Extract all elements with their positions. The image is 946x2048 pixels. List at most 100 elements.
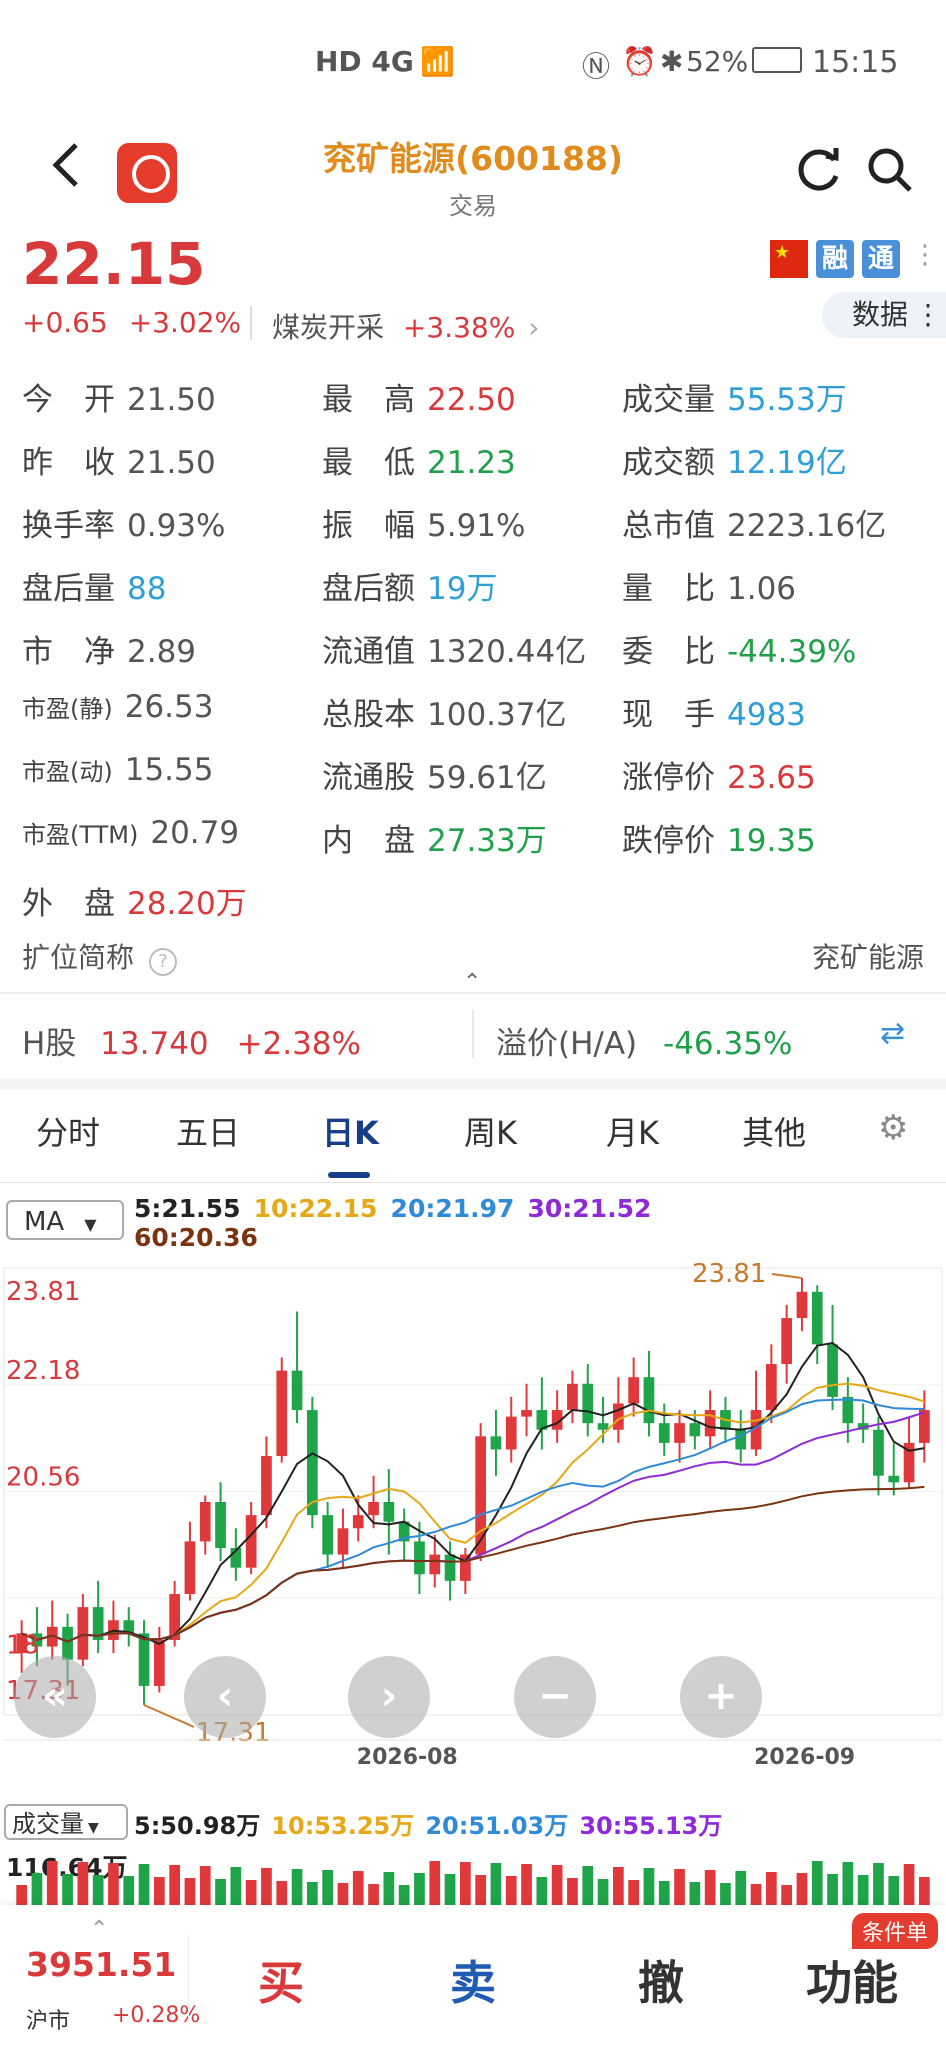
candle-body (582, 1383, 594, 1424)
candle-body (291, 1370, 303, 1411)
hshare-row[interactable]: H股 13.740 +2.38% (22, 1018, 361, 1063)
volume-bar (704, 1870, 716, 1905)
candle-body (490, 1436, 502, 1450)
sell-button[interactable]: 卖 (450, 1947, 496, 2013)
volume-bar (811, 1861, 823, 1905)
cancel-order-button[interactable]: 撤 (638, 1947, 684, 2013)
hshare-label: H股 (22, 1026, 77, 1062)
condition-order-badge[interactable]: 条件单 (852, 1913, 939, 1949)
ma-legend: 5:21.55 10:22.15 20:21.97 30:21.52 60:20… (134, 1194, 934, 1252)
quote-field: 跌停价 19.35 (622, 815, 816, 860)
volume-bar (750, 1884, 762, 1905)
quote-field-value: 59.61亿 (427, 760, 547, 796)
quote-field-label: 市盈(TTM) (22, 821, 139, 849)
volume-bar (781, 1885, 793, 1905)
volume-select[interactable]: 成交量 ▼ (4, 1804, 128, 1840)
tab-5[interactable]: 其他 (742, 1108, 806, 1154)
wifi-icon: 📶 (420, 45, 455, 78)
scroll-right-button[interactable]: › (348, 1656, 430, 1738)
ma10-line (21, 1382, 925, 1643)
search-button[interactable] (866, 146, 914, 198)
volume-bar (46, 1861, 58, 1905)
candle-body (628, 1377, 640, 1404)
zoom-out-button[interactable]: − (514, 1656, 596, 1738)
more-icon[interactable]: ⋮ (912, 240, 938, 270)
volume-bar (444, 1874, 456, 1905)
y-tick-label: 23.81 (6, 1277, 80, 1307)
minus-icon: − (538, 1673, 572, 1719)
volume-bar (398, 1885, 410, 1905)
margin-badge[interactable]: 融 (816, 240, 854, 278)
tab-1[interactable]: 五日 (176, 1108, 240, 1154)
vol-ma20: 20:51.03万 (425, 1812, 569, 1840)
volume-bar (337, 1883, 349, 1905)
volume-bar (245, 1880, 257, 1905)
ma-select-label: MA (24, 1207, 65, 1237)
sector-pct: +3.38% (402, 311, 516, 344)
quote-field-value: -44.39% (727, 634, 857, 670)
quote-field-value: 27.33万 (427, 823, 547, 859)
index-value[interactable]: 3951.51 (26, 1945, 176, 1984)
tab-4[interactable]: 月K (606, 1108, 659, 1154)
candle-body (276, 1370, 288, 1457)
volume-bar (720, 1883, 731, 1905)
scroll-left-button[interactable]: ‹ (184, 1656, 266, 1738)
candle-body (597, 1423, 609, 1430)
quote-field-value: 100.37亿 (427, 697, 567, 733)
volume-bar (92, 1875, 104, 1905)
candlestick-chart[interactable]: 23.8122.1820.561817.3123.8117.312026-082… (0, 1260, 946, 1780)
sector-link[interactable]: 煤炭开采 +3.38% › (272, 306, 539, 346)
price-change: +0.65 (22, 306, 108, 339)
tab-3[interactable]: 周K (464, 1108, 517, 1154)
quote-field-value: 2.89 (127, 634, 197, 670)
volume-bar (475, 1875, 487, 1905)
settings-icon[interactable]: ⚙ (878, 1108, 908, 1148)
volume-bar (765, 1872, 777, 1905)
y-tick-label: 18 (6, 1631, 39, 1661)
candle-body (689, 1423, 701, 1437)
volume-bar (536, 1877, 548, 1905)
candle-body (306, 1410, 318, 1516)
divider (188, 1935, 189, 2025)
x-tick-label: 2026-08 (357, 1745, 458, 1770)
candle-body (796, 1291, 808, 1319)
quote-field-value: 2223.16亿 (727, 508, 887, 544)
quote-field-label: 总股本 (322, 697, 415, 733)
quote-field-value: 19万 (427, 571, 498, 607)
connect-badge[interactable]: 通 (862, 240, 900, 278)
ma-select[interactable]: MA ▼ (6, 1200, 124, 1240)
quote-field: 市盈(静) 26.53 (22, 689, 213, 725)
quote-field: 涨停价 23.65 (622, 752, 816, 797)
quote-field: 振 幅 5.91% (322, 500, 525, 545)
volume-bar (689, 1882, 701, 1905)
quote-field-label: 盘后量 (22, 571, 115, 607)
quote-field: 换手率 0.93% (22, 500, 225, 545)
data-button[interactable]: 数据 ⋮ (822, 292, 946, 338)
function-button[interactable]: 功能 (806, 1947, 898, 2013)
double-chevron-left-icon: « (42, 1673, 68, 1719)
quote-field: 总市值 2223.16亿 (622, 500, 886, 545)
volume-bar (230, 1867, 242, 1905)
scroll-left-fast-button[interactable]: « (14, 1656, 96, 1738)
volume-bar (31, 1873, 43, 1905)
tab-0[interactable]: 分时 (36, 1108, 100, 1154)
quote-field-value: 0.93% (127, 508, 226, 544)
refresh-button[interactable] (796, 146, 844, 198)
premium-row[interactable]: 溢价(H/A) -46.35% (496, 1018, 792, 1063)
zoom-in-button[interactable]: + (680, 1656, 762, 1738)
volume-bar (857, 1875, 869, 1905)
volume-bar (383, 1872, 395, 1905)
volume-bar (352, 1871, 364, 1905)
sector-name: 煤炭开采 (272, 311, 385, 344)
quote-field-label: 现 手 (622, 697, 715, 733)
swap-icon[interactable]: ⇄ (880, 1016, 905, 1051)
quote-field: 外 盘 28.20万 (22, 878, 247, 923)
candle-body (261, 1456, 272, 1516)
tab-2[interactable]: 日K (322, 1108, 379, 1154)
volume-bar (888, 1876, 900, 1905)
help-icon[interactable]: ? (148, 948, 177, 976)
more-icon: ⋮ (914, 298, 943, 331)
expand-icon[interactable]: ⌃ (90, 1917, 108, 1942)
buy-button[interactable]: 买 (258, 1947, 304, 2013)
bluetooth-icon: ✱ (660, 45, 684, 78)
